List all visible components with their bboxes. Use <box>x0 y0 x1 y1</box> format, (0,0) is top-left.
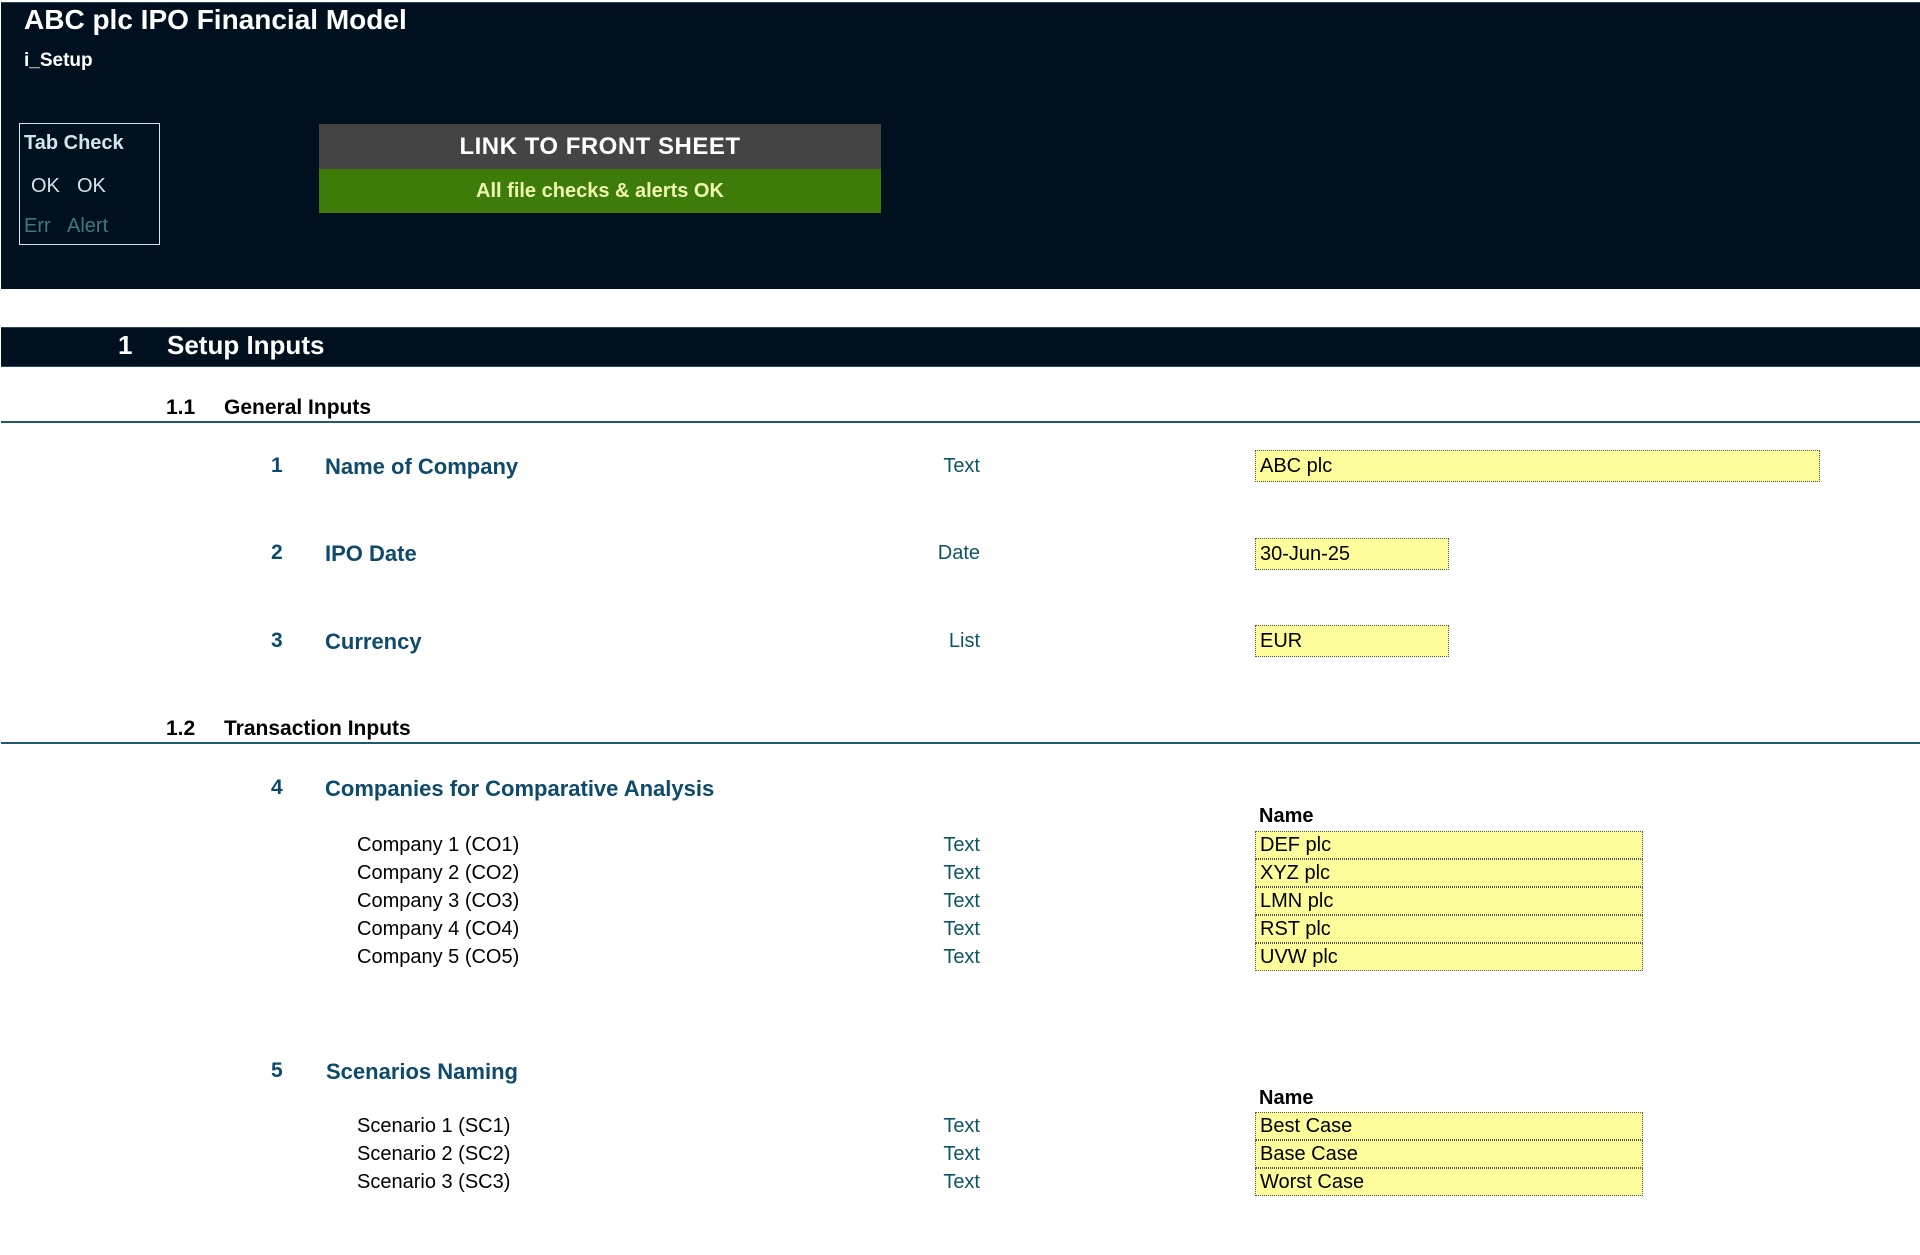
item-number: 1 <box>271 454 283 477</box>
section-title: Setup Inputs <box>167 330 325 360</box>
tab-check-title: Tab Check <box>24 132 124 154</box>
company-name-input[interactable]: RST plc <box>1255 915 1643 943</box>
top-banner <box>1 2 1920 289</box>
scenario-row-type: Text <box>943 1143 980 1165</box>
scenario-name-input[interactable]: Worst Case <box>1255 1168 1643 1196</box>
company-row-label: Company 1 (CO1) <box>357 834 520 856</box>
company-row-type: Text <box>943 918 980 940</box>
item-type-label: Text <box>943 455 980 477</box>
company-list: Company 1 (CO1) Company 2 (CO2) Company … <box>357 831 519 971</box>
tab-check-alert-label: Alert <box>67 215 109 237</box>
item-number: 4 <box>271 776 283 799</box>
section-number: 1 <box>118 330 133 360</box>
item-number: 5 <box>271 1059 283 1082</box>
scenario-row-label: Scenario 1 (SC1) <box>357 1115 511 1137</box>
company-name-input[interactable]: LMN plc <box>1255 887 1643 915</box>
app-title: ABC plc IPO Financial Model <box>24 4 407 35</box>
scenario-type-list: Text Text Text <box>900 1112 980 1196</box>
subsection-number: 1.2 <box>166 717 196 740</box>
company-row-label: Company 5 (CO5) <box>357 946 520 968</box>
company-name-input[interactable]: XYZ plc <box>1255 859 1643 887</box>
item-label-currency: Currency <box>325 629 422 654</box>
tab-check-ok-alert: OK <box>77 175 106 197</box>
subsection-number: 1.1 <box>166 396 196 419</box>
scenario-row-label: Scenario 2 (SC2) <box>357 1143 511 1165</box>
company-name-input[interactable]: UVW plc <box>1255 943 1643 971</box>
sheet-name: i_Setup <box>24 50 93 71</box>
company-row-type: Text <box>943 834 980 856</box>
item-label-name-of-company: Name of Company <box>325 454 519 479</box>
scenario-name-input[interactable]: Base Case <box>1255 1140 1643 1168</box>
currency-select[interactable]: EUR <box>1255 625 1449 657</box>
subsection-divider <box>1 742 1920 744</box>
tab-check-panel: Tab Check OK OK Err Alert <box>19 123 160 245</box>
scenario-row-type: Text <box>943 1115 980 1137</box>
company-row-type: Text <box>943 862 980 884</box>
link-to-front-sheet-button[interactable]: LINK TO FRONT SHEET <box>319 124 881 169</box>
subsection-divider <box>1 421 1920 423</box>
item-number: 2 <box>271 541 283 564</box>
scenario-row-type: Text <box>943 1171 980 1193</box>
company-row-label: Company 3 (CO3) <box>357 890 520 912</box>
subsection-title: Transaction Inputs <box>224 717 411 740</box>
company-name-input[interactable]: ABC plc <box>1255 450 1820 482</box>
company-name-inputs: DEF plc XYZ plc LMN plc RST plc UVW plc <box>1255 831 1643 971</box>
company-type-list: Text Text Text Text Text <box>900 831 980 971</box>
company-row-type: Text <box>943 890 980 912</box>
company-name-input[interactable]: DEF plc <box>1255 831 1643 859</box>
company-row-type: Text <box>943 946 980 968</box>
column-header-name: Name <box>1259 1087 1314 1109</box>
company-row-label: Company 4 (CO4) <box>357 918 520 940</box>
ipo-date-input[interactable]: 30-Jun-25 <box>1255 538 1449 570</box>
scenario-name-inputs: Best Case Base Case Worst Case <box>1255 1112 1643 1196</box>
item-label-comparative-companies: Companies for Comparative Analysis <box>325 776 715 801</box>
column-header-name: Name <box>1259 805 1314 827</box>
scenario-name-input[interactable]: Best Case <box>1255 1112 1643 1140</box>
subsection-title: General Inputs <box>224 396 372 419</box>
file-checks-status-banner: All file checks & alerts OK <box>319 169 881 213</box>
item-number: 3 <box>271 629 283 652</box>
item-label-ipo-date: IPO Date <box>325 541 417 566</box>
tab-check-ok-status: OK <box>31 175 60 197</box>
item-label-scenarios-naming: Scenarios Naming <box>326 1059 518 1084</box>
item-type-label: List <box>948 630 980 652</box>
company-row-label: Company 2 (CO2) <box>357 862 520 884</box>
scenario-list: Scenario 1 (SC1) Scenario 2 (SC2) Scenar… <box>357 1112 510 1196</box>
tab-check-err-label: Err <box>24 215 51 237</box>
scenario-row-label: Scenario 3 (SC3) <box>357 1171 511 1193</box>
item-type-label: Date <box>937 542 980 564</box>
